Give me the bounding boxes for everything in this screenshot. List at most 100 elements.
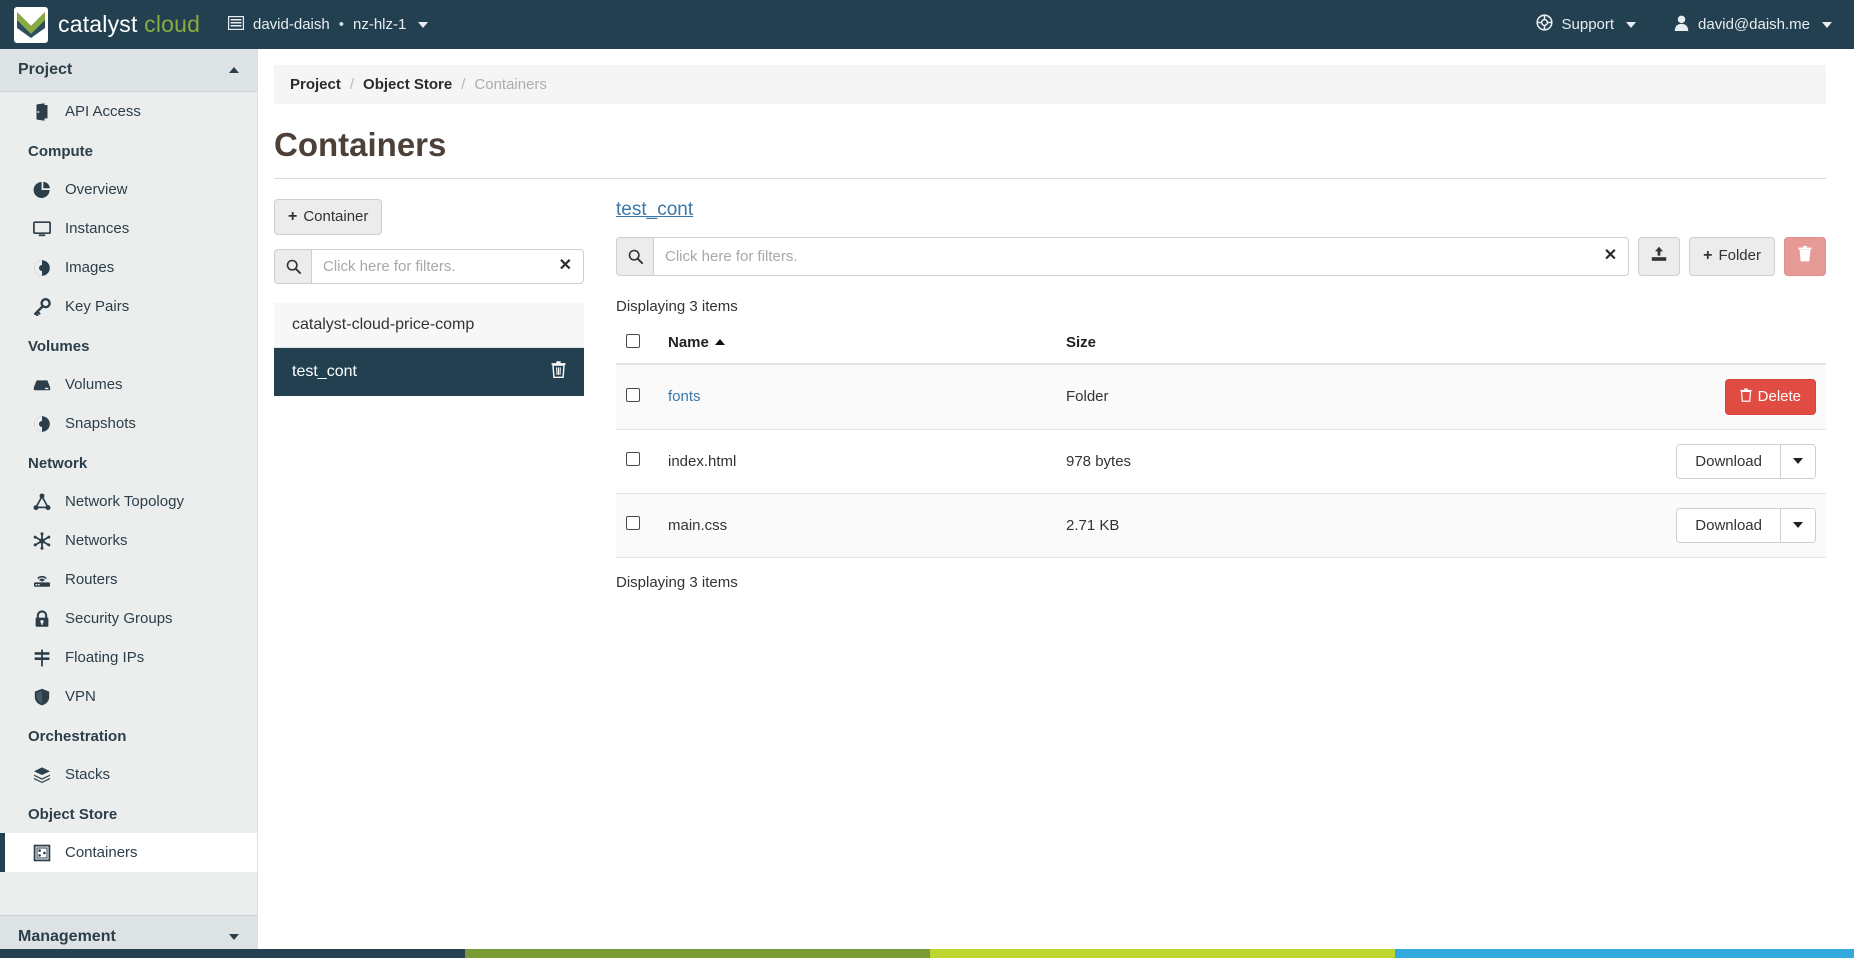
context-separator: • bbox=[338, 16, 344, 33]
key-icon bbox=[32, 297, 51, 316]
brand-wordmark: catalyst cloud bbox=[58, 11, 200, 38]
sidebar-item-label: Instances bbox=[65, 220, 130, 237]
sidebar-panel-project-header[interactable]: Project bbox=[0, 49, 257, 92]
sidebar-item-routers[interactable]: Routers bbox=[0, 560, 257, 599]
row-download-button[interactable]: Download bbox=[1677, 508, 1780, 542]
sidebar-item-floating-ips[interactable]: Floating IPs bbox=[0, 638, 257, 677]
row-delete-label: Delete bbox=[1757, 388, 1801, 405]
upload-file-button[interactable] bbox=[1638, 237, 1681, 276]
snapshot-disc-icon bbox=[32, 414, 51, 433]
sidebar-item-overview[interactable]: Overview bbox=[0, 170, 257, 209]
search-icon bbox=[616, 237, 653, 276]
page-title: Containers bbox=[274, 126, 1826, 179]
sidebar-item-snapshots[interactable]: Snapshots bbox=[0, 404, 257, 443]
objects-table: Name Size fonts Folder Delete index.html 97… bbox=[616, 326, 1826, 558]
table-row: fonts Folder Delete bbox=[616, 363, 1826, 430]
image-disc-icon bbox=[32, 258, 51, 277]
column-header-size-label: Size bbox=[1066, 334, 1097, 351]
delete-selected-button[interactable] bbox=[1784, 237, 1826, 276]
current-region-name: nz-hlz-1 bbox=[352, 16, 407, 33]
objects-table-header-row: Name Size bbox=[616, 326, 1826, 365]
sidebar-item-label: VPN bbox=[65, 688, 96, 705]
brand-logo[interactable]: catalyst cloud bbox=[0, 6, 200, 43]
breadcrumb-item-object-store[interactable]: Object Store bbox=[363, 76, 452, 93]
sidebar-item-vpn[interactable]: VPN bbox=[0, 677, 257, 716]
footer-stripe-segment bbox=[930, 949, 1395, 958]
cell-name: fonts bbox=[658, 363, 1056, 430]
search-icon bbox=[274, 248, 311, 284]
breadcrumb-separator: / bbox=[349, 76, 355, 93]
container-list-item[interactable]: catalyst-cloud-price-comp bbox=[274, 302, 584, 348]
shield-icon bbox=[32, 687, 51, 706]
sidebar-item-containers[interactable]: Containers bbox=[0, 833, 257, 872]
sidebar-item-label: Volumes bbox=[65, 376, 123, 393]
trash-icon[interactable] bbox=[551, 360, 566, 383]
containers-panel: + Container ✕ bbox=[274, 199, 584, 591]
sidebar-item-network-topology[interactable]: Network Topology bbox=[0, 482, 257, 521]
user-icon bbox=[1674, 15, 1689, 35]
table-row: main.css 2.71 KB Download bbox=[616, 493, 1826, 558]
sidebar-nav: API Access Compute Overview Instances Images… bbox=[0, 92, 257, 872]
objects-count-top: Displaying 3 items bbox=[616, 297, 738, 315]
objects-filter-input[interactable] bbox=[654, 239, 1629, 273]
object-name-link[interactable]: fonts bbox=[668, 388, 701, 405]
user-menu[interactable]: david@daish.me bbox=[1672, 9, 1834, 41]
row-checkbox[interactable] bbox=[626, 452, 640, 466]
row-checkbox[interactable] bbox=[626, 387, 640, 402]
containers-filter-input[interactable] bbox=[312, 249, 583, 283]
column-header-name[interactable]: Name bbox=[658, 326, 1056, 365]
sidebar-group-network: Network bbox=[28, 455, 88, 472]
objects-panel: test_cont ✕ bbox=[616, 199, 1826, 591]
row-download-dropdown-toggle[interactable] bbox=[1780, 444, 1815, 478]
row-checkbox[interactable] bbox=[626, 516, 640, 530]
objects-table-body: fonts Folder Delete index.html 978 bytes Do… bbox=[616, 363, 1826, 558]
sidebar-item-instances[interactable]: Instances bbox=[0, 209, 257, 248]
container-list: catalyst-cloud-price-comp test_cont bbox=[274, 302, 584, 396]
sidebar-item-key-pairs[interactable]: Key Pairs bbox=[0, 287, 257, 326]
sidebar-item-stacks[interactable]: Stacks bbox=[0, 755, 257, 794]
breadcrumb-item-project[interactable]: Project bbox=[290, 76, 341, 93]
sidebar-item-security-groups[interactable]: Security Groups bbox=[0, 599, 257, 638]
support-menu[interactable]: Support bbox=[1534, 8, 1639, 41]
objects-filter-input-wrap: ✕ bbox=[653, 237, 1630, 276]
app-root: catalyst cloud david-daish • nz-hlz-1 Su… bbox=[0, 0, 1854, 958]
container-list-item[interactable]: test_cont bbox=[274, 347, 584, 396]
row-download-button[interactable]: Download bbox=[1677, 444, 1780, 478]
close-x-icon[interactable]: ✕ bbox=[559, 258, 572, 274]
catalyst-check-logo-icon bbox=[14, 6, 48, 43]
column-header-actions bbox=[1616, 326, 1826, 365]
chevron-down-icon bbox=[1626, 21, 1637, 28]
sidebar-item-networks[interactable]: Networks bbox=[0, 521, 257, 560]
content-columns: + Container ✕ bbox=[274, 199, 1826, 591]
row-download-dropdown-toggle[interactable] bbox=[1780, 508, 1815, 542]
create-folder-button[interactable]: + Folder bbox=[1689, 237, 1775, 276]
brand-name-secondary: cloud bbox=[144, 11, 201, 37]
select-all-checkbox[interactable] bbox=[626, 333, 640, 348]
chevron-down-icon bbox=[229, 934, 239, 940]
topology-icon bbox=[32, 492, 51, 511]
row-download-split-button: Download bbox=[1676, 443, 1816, 479]
cell-name: main.css bbox=[658, 493, 1056, 558]
objects-toolbar: ✕ + bbox=[616, 237, 1826, 276]
sidebar-item-api-access[interactable]: API Access bbox=[0, 92, 257, 131]
cell-actions: Download bbox=[1616, 429, 1826, 494]
breadcrumb-separator: / bbox=[461, 76, 466, 93]
support-label: Support bbox=[1561, 16, 1615, 33]
cell-actions: Download bbox=[1616, 493, 1826, 558]
signpost-icon bbox=[32, 648, 51, 667]
create-container-button[interactable]: + Container bbox=[274, 199, 383, 235]
project-region-switcher[interactable]: david-daish • nz-hlz-1 bbox=[220, 10, 436, 40]
router-icon bbox=[32, 570, 51, 589]
chevron-down-icon bbox=[1822, 21, 1832, 28]
select-all-header bbox=[616, 326, 658, 365]
door-icon bbox=[32, 102, 51, 121]
layers-icon bbox=[32, 765, 51, 784]
sidebar-group-orchestration: Orchestration bbox=[28, 728, 127, 745]
sidebar-item-volumes[interactable]: Volumes bbox=[0, 365, 257, 404]
column-header-size[interactable]: Size bbox=[1056, 326, 1616, 365]
row-delete-button[interactable]: Delete bbox=[1724, 378, 1816, 415]
close-x-icon[interactable]: ✕ bbox=[1604, 248, 1617, 264]
selected-container-title[interactable]: test_cont bbox=[616, 199, 693, 221]
sidebar-item-images[interactable]: Images bbox=[0, 248, 257, 287]
sidebar-item-label: Snapshots bbox=[65, 415, 136, 432]
